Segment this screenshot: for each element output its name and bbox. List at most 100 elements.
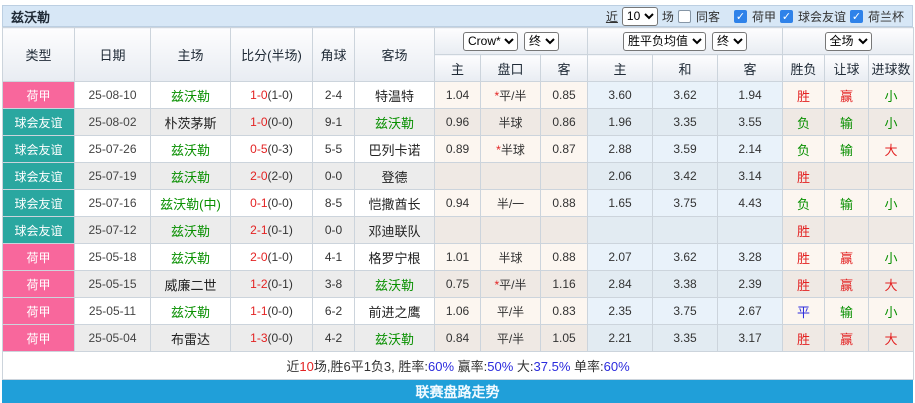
away-team-cell: 兹沃勒 [355, 271, 435, 298]
avg-draw-odds-cell: 3.59 [653, 136, 718, 163]
odds-stage-select[interactable]: 终 [524, 32, 559, 51]
sub-col-avg-away: 客 [718, 55, 783, 82]
crow-away-odds-cell: 0.85 [541, 82, 588, 109]
league-trend-link[interactable]: 联赛盘路走势 [2, 380, 913, 403]
goals-result-cell: 小 [869, 298, 914, 325]
crow-away-odds-cell: 0.87 [541, 136, 588, 163]
table-row: 球会友谊 25-07-26 兹沃勒 0-5(0-3) 5-5 巴列卡诺 0.89… [3, 136, 914, 163]
crow-home-odds-cell: 1.04 [435, 82, 481, 109]
handicap-cell [481, 163, 541, 190]
handicap-cell: 平/半 [481, 325, 541, 352]
near-count-select[interactable]: 10 [622, 7, 658, 26]
avg-away-odds-cell: 2.39 [718, 271, 783, 298]
away-team-cell: 兹沃勒 [355, 109, 435, 136]
avg-home-odds-cell [588, 217, 653, 244]
result-group-header: 全场 [783, 28, 914, 55]
avg-home-odds-cell: 2.84 [588, 271, 653, 298]
full-match-select[interactable]: 全场 [825, 32, 872, 51]
match-type-cell: 球会友谊 [3, 217, 75, 244]
avg-draw-odds-cell: 3.75 [653, 190, 718, 217]
match-date-cell: 25-07-16 [75, 190, 151, 217]
crow-away-odds-cell: 0.88 [541, 244, 588, 271]
team-title: 兹沃勒 [11, 7, 50, 26]
handicap-cell: *半球 [481, 136, 541, 163]
handicap-result-cell [825, 217, 869, 244]
avg-home-odds-cell: 2.35 [588, 298, 653, 325]
col-header-home: 主场 [151, 28, 231, 82]
league-checkbox-eredivisie[interactable]: ✓ [734, 10, 747, 23]
avg-stage-select[interactable]: 终 [712, 32, 747, 51]
filter-bar: 近 10 场 同客 ✓ 荷甲 ✓ 球会友谊 ✓ 荷兰杯 [606, 7, 904, 26]
avg-draw-odds-cell: 3.62 [653, 82, 718, 109]
goals-result-cell: 大 [869, 325, 914, 352]
home-team-cell: 兹沃勒 [151, 217, 231, 244]
match-type-cell: 球会友谊 [3, 190, 75, 217]
away-team-cell: 特温特 [355, 82, 435, 109]
avg-home-odds-cell: 2.88 [588, 136, 653, 163]
corners-cell: 4-2 [313, 325, 355, 352]
table-row: 球会友谊 25-07-12 兹沃勒 2-1(0-1) 0-0 邓迪联队 胜 [3, 217, 914, 244]
crow-away-odds-cell: 0.83 [541, 298, 588, 325]
league-label-friendly: 球会友谊 [798, 8, 846, 25]
win-loss-cell: 负 [783, 136, 825, 163]
league-label-cup: 荷兰杯 [868, 8, 904, 25]
handicap-result-cell: 输 [825, 298, 869, 325]
handicap-cell: 平/半 [481, 298, 541, 325]
handicap-result-cell [825, 163, 869, 190]
goals-result-cell: 大 [869, 136, 914, 163]
sub-col-result: 胜负 [783, 55, 825, 82]
near-label[interactable]: 近 [606, 8, 618, 25]
crow-home-odds-cell: 0.84 [435, 325, 481, 352]
avg-odds-select[interactable]: 胜平负均值 [623, 32, 706, 51]
corners-cell: 0-0 [313, 163, 355, 190]
handicap-result-cell: 赢 [825, 271, 869, 298]
league-checkbox-cup[interactable]: ✓ [850, 10, 863, 23]
handicap-result-cell: 赢 [825, 325, 869, 352]
match-type-cell: 球会友谊 [3, 136, 75, 163]
win-loss-cell: 胜 [783, 325, 825, 352]
match-type-cell: 荷甲 [3, 82, 75, 109]
sub-col-handicap: 盘口 [481, 55, 541, 82]
home-team-cell: 布雷达 [151, 325, 231, 352]
avg-draw-odds-cell: 3.42 [653, 163, 718, 190]
win-loss-cell: 胜 [783, 271, 825, 298]
avg-home-odds-cell: 3.60 [588, 82, 653, 109]
match-date-cell: 25-07-26 [75, 136, 151, 163]
goals-result-cell: 大 [869, 271, 914, 298]
table-row: 荷甲 25-05-11 兹沃勒 1-1(0-0) 6-2 前进之鹰 1.06 平… [3, 298, 914, 325]
avg-draw-odds-cell: 3.75 [653, 298, 718, 325]
table-row: 荷甲 25-05-04 布雷达 1-3(0-0) 4-2 兹沃勒 0.84 平/… [3, 325, 914, 352]
crow-home-odds-cell: 1.01 [435, 244, 481, 271]
handicap-cell: 半球 [481, 109, 541, 136]
table-row: 球会友谊 25-08-02 朴茨茅斯 1-0(0-0) 9-1 兹沃勒 0.96… [3, 109, 914, 136]
match-date-cell: 25-05-11 [75, 298, 151, 325]
col-header-date: 日期 [75, 28, 151, 82]
corners-cell: 3-8 [313, 271, 355, 298]
match-type-cell: 荷甲 [3, 325, 75, 352]
home-team-cell: 兹沃勒(中) [151, 190, 231, 217]
away-team-cell: 邓迪联队 [355, 217, 435, 244]
match-type-cell: 荷甲 [3, 271, 75, 298]
avg-away-odds-cell: 2.14 [718, 136, 783, 163]
avg-home-odds-cell: 2.07 [588, 244, 653, 271]
avg-group-header: 胜平负均值 终 [588, 28, 783, 55]
league-checkbox-friendly[interactable]: ✓ [780, 10, 793, 23]
home-team-cell: 兹沃勒 [151, 244, 231, 271]
table-row: 荷甲 25-08-10 兹沃勒 1-0(1-0) 2-4 特温特 1.04 *平… [3, 82, 914, 109]
corners-cell: 8-5 [313, 190, 355, 217]
handicap-cell: 半球 [481, 244, 541, 271]
handicap-cell [481, 217, 541, 244]
avg-draw-odds-cell [653, 217, 718, 244]
corners-cell: 0-0 [313, 217, 355, 244]
home-team-cell: 兹沃勒 [151, 82, 231, 109]
crow-home-odds-cell: 0.75 [435, 271, 481, 298]
crow-home-odds-cell [435, 163, 481, 190]
same-away-checkbox[interactable] [678, 10, 691, 23]
match-type-cell: 荷甲 [3, 298, 75, 325]
score-cell: 0-5(0-3) [231, 136, 313, 163]
corners-cell: 9-1 [313, 109, 355, 136]
col-header-away: 客场 [355, 28, 435, 82]
bookmaker-select[interactable]: Crow* [463, 32, 518, 51]
match-date-cell: 25-07-19 [75, 163, 151, 190]
handicap-result-cell: 输 [825, 109, 869, 136]
